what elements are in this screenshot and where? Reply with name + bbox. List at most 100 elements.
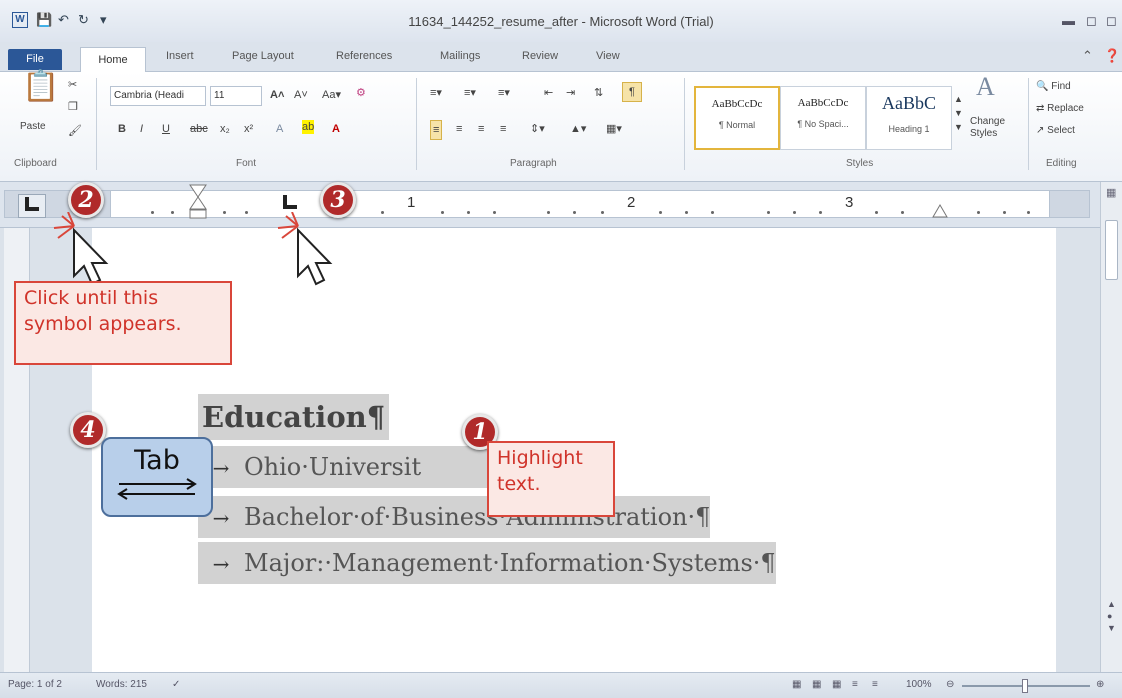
- tab-insert[interactable]: Insert: [166, 50, 194, 62]
- font-name-select[interactable]: Cambria (Headi: [110, 86, 206, 106]
- maximize-icon[interactable]: ◻: [1086, 14, 1097, 28]
- change-styles-icon[interactable]: A: [976, 74, 995, 100]
- underline-button[interactable]: U: [162, 120, 170, 138]
- replace-label: Replace: [1047, 103, 1084, 114]
- tab-references[interactable]: References: [336, 50, 392, 62]
- tab-review[interactable]: Review: [522, 50, 558, 62]
- strikethrough-icon[interactable]: abc: [190, 120, 208, 138]
- ruler-tick: [547, 211, 550, 214]
- style-heading-1[interactable]: AaBbC Heading 1: [866, 86, 952, 150]
- subscript-icon[interactable]: x₂: [220, 120, 230, 138]
- paste-icon[interactable]: 📋: [22, 72, 59, 102]
- help-icon[interactable]: ❓: [1104, 48, 1120, 64]
- change-case-icon[interactable]: Aa▾: [322, 86, 341, 104]
- document-line[interactable]: → Ohio·Universit: [198, 446, 488, 488]
- proofing-icon[interactable]: ✓: [172, 679, 180, 690]
- font-color-icon[interactable]: A: [332, 120, 340, 138]
- ruler-tick: [685, 211, 688, 214]
- minimize-icon[interactable]: ▬: [1062, 14, 1075, 28]
- word-count[interactable]: Words: 215: [96, 679, 147, 690]
- tab-file[interactable]: File: [8, 49, 62, 70]
- zoom-level[interactable]: 100%: [906, 679, 932, 690]
- styles-scroll-icon[interactable]: ▲ ▼ ▼: [954, 92, 963, 134]
- borders-icon[interactable]: ▦▾: [606, 120, 622, 138]
- document-line[interactable]: → Major:·Management·Information·Systems·¶: [198, 542, 776, 584]
- page-count[interactable]: Page: 1 of 2: [8, 679, 62, 690]
- align-right-icon[interactable]: ≡: [478, 120, 484, 138]
- clear-formatting-icon[interactable]: ⚙: [356, 84, 366, 102]
- change-styles-button[interactable]: Change Styles: [970, 116, 1010, 140]
- tab-selector-button[interactable]: [18, 194, 46, 218]
- ruler-tick: [601, 211, 604, 214]
- draft-icon[interactable]: ≡: [872, 679, 878, 690]
- right-indent-marker-icon[interactable]: [931, 203, 949, 219]
- outline-icon[interactable]: ≡: [852, 679, 858, 690]
- vertical-scrollbar[interactable]: ▦ ▲ ● ▼: [1100, 182, 1122, 672]
- align-left-icon[interactable]: ≡: [430, 120, 443, 140]
- bold-button[interactable]: B: [118, 120, 126, 138]
- separator: [684, 78, 685, 170]
- zoom-out-icon[interactable]: ⊖: [946, 679, 954, 690]
- ruler-tick: [381, 211, 384, 214]
- numbering-icon[interactable]: ≡▾: [464, 84, 476, 102]
- shrink-font-icon[interactable]: A˅: [294, 86, 308, 104]
- view-ruler-icon[interactable]: ▦: [1106, 186, 1116, 199]
- style-normal[interactable]: AaBbCcDc ¶ Normal: [694, 86, 780, 150]
- tab-home[interactable]: Home: [80, 47, 146, 73]
- decrease-indent-icon[interactable]: ⇤: [544, 84, 553, 102]
- tab-mailings[interactable]: Mailings: [440, 50, 480, 62]
- minimize-ribbon-icon[interactable]: ⌃: [1082, 48, 1093, 64]
- paste-button[interactable]: Paste: [20, 118, 46, 136]
- ruler-tick: [493, 211, 496, 214]
- bullets-icon[interactable]: ≡▾: [430, 84, 442, 102]
- tab-page-layout[interactable]: Page Layout: [232, 50, 294, 62]
- ruler-tick: [223, 211, 226, 214]
- justify-icon[interactable]: ≡: [500, 120, 506, 138]
- style-sample: AaBbCcDc: [711, 98, 763, 110]
- style-name: ¶ Normal: [718, 120, 756, 130]
- zoom-in-icon[interactable]: ⊕: [1096, 679, 1104, 690]
- font-size-select[interactable]: 11: [210, 86, 262, 106]
- show-formatting-icon[interactable]: ¶: [622, 82, 642, 102]
- indent-marker-icon[interactable]: [187, 183, 209, 223]
- clipboard-group-label: Clipboard: [14, 158, 57, 169]
- increase-indent-icon[interactable]: ⇥: [566, 84, 575, 102]
- superscript-icon[interactable]: x²: [244, 120, 253, 138]
- italic-button[interactable]: I: [140, 120, 143, 138]
- document-heading[interactable]: Education¶: [198, 394, 390, 440]
- web-layout-icon[interactable]: ▦: [832, 679, 841, 690]
- text-effects-icon[interactable]: A: [276, 120, 283, 138]
- grow-font-icon[interactable]: A˄: [270, 86, 284, 104]
- highlight-color-icon[interactable]: ab: [302, 120, 315, 134]
- browse-controls-icon[interactable]: ▲ ● ▼: [1107, 598, 1116, 634]
- replace-button[interactable]: ⇄ Replace: [1036, 100, 1084, 118]
- format-painter-icon[interactable]: 🖌: [68, 122, 82, 140]
- style-no-spacing[interactable]: AaBbCcDc ¶ No Spaci...: [780, 86, 866, 150]
- copy-icon[interactable]: ❐: [68, 98, 78, 116]
- line-spacing-icon[interactable]: ⇕▾: [530, 120, 545, 138]
- align-center-icon[interactable]: ≡: [456, 120, 462, 138]
- sort-icon[interactable]: ⇅: [594, 84, 603, 102]
- find-button[interactable]: 🔍 Find: [1036, 78, 1071, 96]
- select-button[interactable]: ↗ Select: [1036, 122, 1075, 140]
- window-title: 11634_144252_resume_after - Microsoft Wo…: [408, 14, 714, 29]
- multilevel-list-icon[interactable]: ≡▾: [498, 84, 510, 102]
- zoom-slider-thumb[interactable]: [1022, 679, 1028, 693]
- shading-icon[interactable]: ▲▾: [570, 120, 586, 138]
- document-line[interactable]: → Bachelor·of·Business·Administration·¶: [198, 496, 711, 538]
- scrollbar-thumb[interactable]: [1105, 220, 1118, 280]
- select-label: Select: [1047, 125, 1075, 136]
- ruler-tick: [711, 211, 714, 214]
- ruler-tick: [901, 211, 904, 214]
- cut-icon[interactable]: ✂: [68, 76, 77, 94]
- left-tab-stop-icon[interactable]: [283, 195, 297, 209]
- full-screen-icon[interactable]: ▦: [812, 679, 821, 690]
- horizontal-ruler[interactable]: 1 2 3: [0, 182, 1100, 228]
- paragraph-group-label: Paragraph: [510, 158, 557, 169]
- tab-view[interactable]: View: [596, 50, 620, 62]
- close-icon[interactable]: ◻: [1106, 14, 1117, 28]
- step-badge-4: 4: [70, 412, 106, 448]
- print-layout-icon[interactable]: ▦: [792, 679, 801, 690]
- ruler-bar[interactable]: 1 2 3: [110, 184, 1050, 219]
- tab-key-label: Tab: [134, 445, 180, 476]
